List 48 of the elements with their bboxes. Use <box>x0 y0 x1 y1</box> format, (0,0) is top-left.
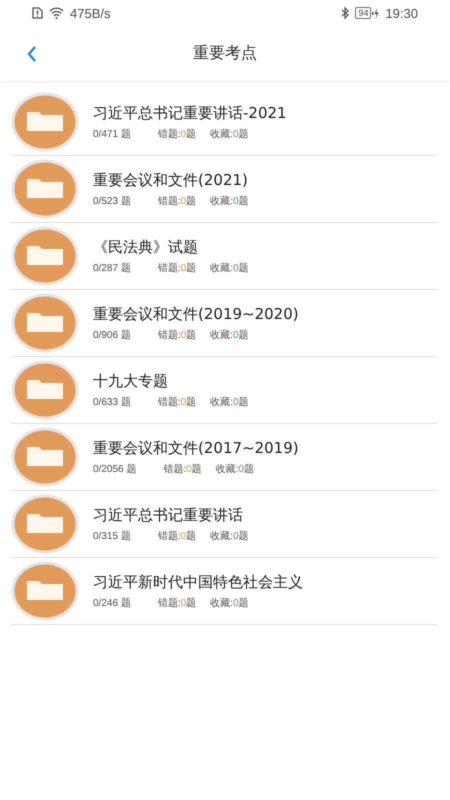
progress-count: 0/633 题 <box>93 396 131 409</box>
topic-title[interactable]: 习近平总书记重要讲话-2021 <box>93 103 287 123</box>
network-speed: 475B/s <box>70 6 110 20</box>
wrong-count: 错题:0题 <box>158 597 196 610</box>
topic-title[interactable]: 重要会议和文件(2021) <box>93 170 248 190</box>
folder-icon <box>11 92 79 152</box>
progress-count: 0/287 题 <box>93 262 131 275</box>
topic-title[interactable]: 重要会议和文件(2017~2019) <box>93 438 299 458</box>
progress-count: 0/523 题 <box>93 195 131 208</box>
topic-title[interactable]: 《民法典》试题 <box>93 237 248 257</box>
folder-icon <box>11 494 79 554</box>
folder-icon <box>11 226 79 286</box>
favorite-count: 收藏:0题 <box>210 128 248 141</box>
folder-icon <box>11 360 79 420</box>
folder-icon <box>11 561 79 621</box>
wrong-count: 错题:0题 <box>158 329 196 342</box>
favorite-count: 收藏:0题 <box>210 396 248 409</box>
clock-time: 19:30 <box>385 6 418 20</box>
wrong-count: 错题:0题 <box>158 128 196 141</box>
wrong-count: 错题:0题 <box>158 396 196 409</box>
progress-count: 0/906 题 <box>93 329 131 342</box>
favorite-count: 收藏:0题 <box>210 328 248 342</box>
progress-count: 0/246 题 <box>93 597 131 610</box>
wrong-count: 错题:0题 <box>158 195 196 208</box>
topic-title[interactable]: 重要会议和文件(2019~2020) <box>93 304 299 324</box>
topic-title[interactable]: 习近平新时代中国特色社会主义 <box>93 572 303 592</box>
progress-count: 0/2056 题 <box>93 463 136 476</box>
favorite-count: 收藏:0题 <box>210 262 248 275</box>
favorite-count: 收藏:0题 <box>210 596 248 610</box>
bluetooth-icon <box>341 7 350 19</box>
topic-title[interactable]: 十九大专题 <box>93 371 248 391</box>
wrong-count: 错题:0题 <box>158 530 196 543</box>
folder-icon <box>11 159 79 219</box>
progress-count: 0/315 题 <box>93 530 131 543</box>
favorite-count: 收藏:0题 <box>210 530 248 543</box>
folder-icon <box>11 293 79 353</box>
progress-count: 0/471 题 <box>93 128 131 141</box>
battery-level: 94 <box>355 7 372 19</box>
folder-icon <box>11 427 79 487</box>
wrong-count: 错题:0题 <box>163 463 202 476</box>
page-title: 重要考点 <box>193 43 257 64</box>
wrong-count: 错题:0题 <box>158 262 196 275</box>
sim-alert-icon <box>32 7 43 19</box>
favorite-count: 收藏:0题 <box>216 462 254 476</box>
favorite-count: 收藏:0题 <box>210 194 248 208</box>
charging-icon <box>372 8 380 18</box>
topic-title[interactable]: 习近平总书记重要讲话 <box>93 505 248 525</box>
wifi-icon <box>49 7 64 19</box>
